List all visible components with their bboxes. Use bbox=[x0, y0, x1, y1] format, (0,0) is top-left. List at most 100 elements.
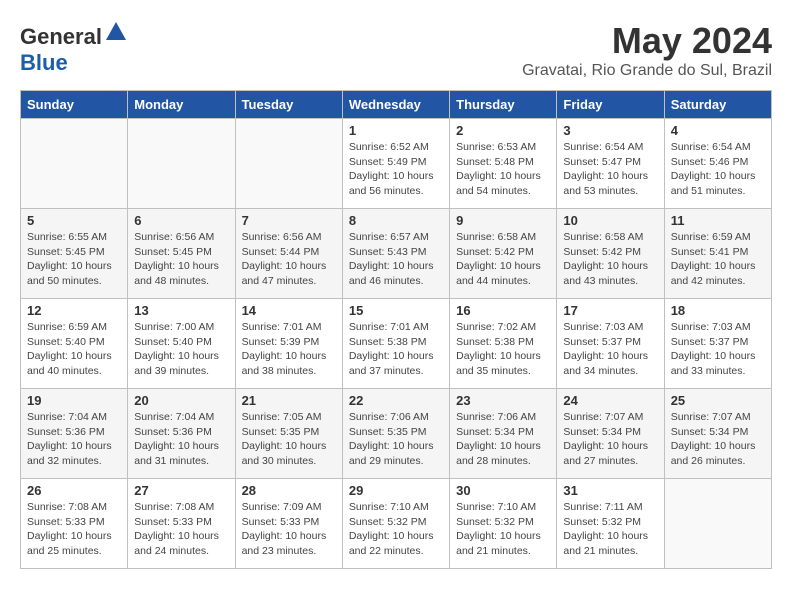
day-info: Sunrise: 7:04 AM Sunset: 5:36 PM Dayligh… bbox=[134, 410, 228, 469]
calendar-cell: 23 Sunrise: 7:06 AM Sunset: 5:34 PM Dayli… bbox=[450, 389, 557, 479]
day-number: 18 bbox=[671, 303, 765, 318]
calendar-cell: 3Sunrise: 6:54 AM Sunset: 5:47 PM Daylig… bbox=[557, 119, 664, 209]
day-info: Sunrise: 6:59 AM Sunset: 5:40 PM Dayligh… bbox=[27, 320, 121, 379]
day-number: 16 bbox=[456, 303, 550, 318]
calendar-cell: 20Sunrise: 7:04 AM Sunset: 5:36 PM Dayli… bbox=[128, 389, 235, 479]
day-number: 24 bbox=[563, 393, 657, 408]
calendar-cell: 21Sunrise: 7:05 AM Sunset: 5:35 PM Dayli… bbox=[235, 389, 342, 479]
day-number: 7 bbox=[242, 213, 336, 228]
day-info: Sunrise: 7:04 AM Sunset: 5:36 PM Dayligh… bbox=[27, 410, 121, 469]
day-number: 27 bbox=[134, 483, 228, 498]
weekday-header-friday: Friday bbox=[557, 91, 664, 119]
calendar-cell: 19 Sunrise: 7:04 AM Sunset: 5:36 PM Dayli… bbox=[21, 389, 128, 479]
logo: General Blue bbox=[20, 20, 128, 76]
calendar-cell: 7 Sunrise: 6:56 AM Sunset: 5:44 PM Daylig… bbox=[235, 209, 342, 299]
weekday-header-tuesday: Tuesday bbox=[235, 91, 342, 119]
day-number: 10 bbox=[563, 213, 657, 228]
logo-icon bbox=[104, 20, 128, 44]
calendar-cell bbox=[21, 119, 128, 209]
weekday-header-saturday: Saturday bbox=[664, 91, 771, 119]
weekday-header-thursday: Thursday bbox=[450, 91, 557, 119]
day-info: Sunrise: 7:10 AM Sunset: 5:32 PM Dayligh… bbox=[349, 500, 443, 559]
page-header: General Blue May 2024 Gravatai, Rio Gran… bbox=[20, 20, 772, 80]
day-info: Sunrise: 7:01 AM Sunset: 5:39 PM Dayligh… bbox=[242, 320, 336, 379]
day-number: 6 bbox=[134, 213, 228, 228]
day-info: Sunrise: 7:01 AM Sunset: 5:38 PM Dayligh… bbox=[349, 320, 443, 379]
month-year: May 2024 bbox=[522, 20, 772, 62]
day-number: 26 bbox=[27, 483, 121, 498]
title-block: May 2024 Gravatai, Rio Grande do Sul, Br… bbox=[522, 20, 772, 80]
calendar-cell: 24Sunrise: 7:07 AM Sunset: 5:34 PM Dayli… bbox=[557, 389, 664, 479]
day-number: 21 bbox=[242, 393, 336, 408]
day-info: Sunrise: 7:08 AM Sunset: 5:33 PM Dayligh… bbox=[27, 500, 121, 559]
day-number: 5 bbox=[27, 213, 121, 228]
weekday-header-monday: Monday bbox=[128, 91, 235, 119]
calendar-cell: 8 Sunrise: 6:57 AM Sunset: 5:43 PM Daylig… bbox=[342, 209, 449, 299]
calendar-cell: 4 Sunrise: 6:54 AM Sunset: 5:46 PM Daylig… bbox=[664, 119, 771, 209]
calendar-table: SundayMondayTuesdayWednesdayThursdayFrid… bbox=[20, 90, 772, 569]
day-number: 11 bbox=[671, 213, 765, 228]
day-number: 1 bbox=[349, 123, 443, 138]
calendar-cell: 11 Sunrise: 6:59 AM Sunset: 5:41 PM Dayli… bbox=[664, 209, 771, 299]
calendar-cell: 5Sunrise: 6:55 AM Sunset: 5:45 PM Daylig… bbox=[21, 209, 128, 299]
calendar-cell: 26 Sunrise: 7:08 AM Sunset: 5:33 PM Dayli… bbox=[21, 479, 128, 569]
logo-text: General Blue bbox=[20, 20, 128, 76]
day-info: Sunrise: 7:03 AM Sunset: 5:37 PM Dayligh… bbox=[563, 320, 657, 379]
calendar-cell: 31 Sunrise: 7:11 AM Sunset: 5:32 PM Dayli… bbox=[557, 479, 664, 569]
day-info: Sunrise: 7:06 AM Sunset: 5:34 PM Dayligh… bbox=[456, 410, 550, 469]
day-info: Sunrise: 7:11 AM Sunset: 5:32 PM Dayligh… bbox=[563, 500, 657, 559]
calendar-cell: 17Sunrise: 7:03 AM Sunset: 5:37 PM Dayli… bbox=[557, 299, 664, 389]
calendar-cell bbox=[128, 119, 235, 209]
calendar-cell bbox=[235, 119, 342, 209]
day-number: 8 bbox=[349, 213, 443, 228]
day-number: 15 bbox=[349, 303, 443, 318]
weekday-header-row: SundayMondayTuesdayWednesdayThursdayFrid… bbox=[21, 91, 772, 119]
day-number: 4 bbox=[671, 123, 765, 138]
day-number: 31 bbox=[563, 483, 657, 498]
calendar-week-row: 12 Sunrise: 6:59 AM Sunset: 5:40 PM Dayli… bbox=[21, 299, 772, 389]
day-info: Sunrise: 7:03 AM Sunset: 5:37 PM Dayligh… bbox=[671, 320, 765, 379]
calendar-cell: 14 Sunrise: 7:01 AM Sunset: 5:39 PM Dayli… bbox=[235, 299, 342, 389]
day-info: Sunrise: 7:09 AM Sunset: 5:33 PM Dayligh… bbox=[242, 500, 336, 559]
day-info: Sunrise: 6:59 AM Sunset: 5:41 PM Dayligh… bbox=[671, 230, 765, 289]
day-info: Sunrise: 7:02 AM Sunset: 5:38 PM Dayligh… bbox=[456, 320, 550, 379]
day-number: 30 bbox=[456, 483, 550, 498]
calendar-cell: 10Sunrise: 6:58 AM Sunset: 5:42 PM Dayli… bbox=[557, 209, 664, 299]
calendar-week-row: 1 Sunrise: 6:52 AM Sunset: 5:49 PM Daylig… bbox=[21, 119, 772, 209]
day-number: 19 bbox=[27, 393, 121, 408]
day-number: 22 bbox=[349, 393, 443, 408]
day-info: Sunrise: 6:56 AM Sunset: 5:45 PM Dayligh… bbox=[134, 230, 228, 289]
calendar-cell: 28Sunrise: 7:09 AM Sunset: 5:33 PM Dayli… bbox=[235, 479, 342, 569]
day-info: Sunrise: 6:58 AM Sunset: 5:42 PM Dayligh… bbox=[456, 230, 550, 289]
calendar-cell: 9 Sunrise: 6:58 AM Sunset: 5:42 PM Daylig… bbox=[450, 209, 557, 299]
day-number: 13 bbox=[134, 303, 228, 318]
day-info: Sunrise: 6:53 AM Sunset: 5:48 PM Dayligh… bbox=[456, 140, 550, 199]
calendar-cell: 15 Sunrise: 7:01 AM Sunset: 5:38 PM Dayli… bbox=[342, 299, 449, 389]
day-info: Sunrise: 6:54 AM Sunset: 5:46 PM Dayligh… bbox=[671, 140, 765, 199]
day-number: 9 bbox=[456, 213, 550, 228]
calendar-cell: 22 Sunrise: 7:06 AM Sunset: 5:35 PM Dayli… bbox=[342, 389, 449, 479]
day-info: Sunrise: 6:54 AM Sunset: 5:47 PM Dayligh… bbox=[563, 140, 657, 199]
day-info: Sunrise: 7:08 AM Sunset: 5:33 PM Dayligh… bbox=[134, 500, 228, 559]
day-info: Sunrise: 6:56 AM Sunset: 5:44 PM Dayligh… bbox=[242, 230, 336, 289]
day-info: Sunrise: 7:07 AM Sunset: 5:34 PM Dayligh… bbox=[671, 410, 765, 469]
calendar-cell: 27 Sunrise: 7:08 AM Sunset: 5:33 PM Dayli… bbox=[128, 479, 235, 569]
day-info: Sunrise: 6:57 AM Sunset: 5:43 PM Dayligh… bbox=[349, 230, 443, 289]
calendar-cell: 29 Sunrise: 7:10 AM Sunset: 5:32 PM Dayli… bbox=[342, 479, 449, 569]
day-number: 23 bbox=[456, 393, 550, 408]
calendar-cell: 30Sunrise: 7:10 AM Sunset: 5:32 PM Dayli… bbox=[450, 479, 557, 569]
day-info: Sunrise: 7:06 AM Sunset: 5:35 PM Dayligh… bbox=[349, 410, 443, 469]
calendar-cell: 18 Sunrise: 7:03 AM Sunset: 5:37 PM Dayli… bbox=[664, 299, 771, 389]
weekday-header-sunday: Sunday bbox=[21, 91, 128, 119]
calendar-cell: 6 Sunrise: 6:56 AM Sunset: 5:45 PM Daylig… bbox=[128, 209, 235, 299]
location: Gravatai, Rio Grande do Sul, Brazil bbox=[522, 62, 772, 80]
calendar-cell: 25 Sunrise: 7:07 AM Sunset: 5:34 PM Dayli… bbox=[664, 389, 771, 479]
logo-general: General bbox=[20, 24, 102, 49]
day-number: 12 bbox=[27, 303, 121, 318]
calendar-week-row: 5Sunrise: 6:55 AM Sunset: 5:45 PM Daylig… bbox=[21, 209, 772, 299]
day-number: 25 bbox=[671, 393, 765, 408]
day-number: 29 bbox=[349, 483, 443, 498]
day-info: Sunrise: 6:52 AM Sunset: 5:49 PM Dayligh… bbox=[349, 140, 443, 199]
day-number: 2 bbox=[456, 123, 550, 138]
day-number: 14 bbox=[242, 303, 336, 318]
